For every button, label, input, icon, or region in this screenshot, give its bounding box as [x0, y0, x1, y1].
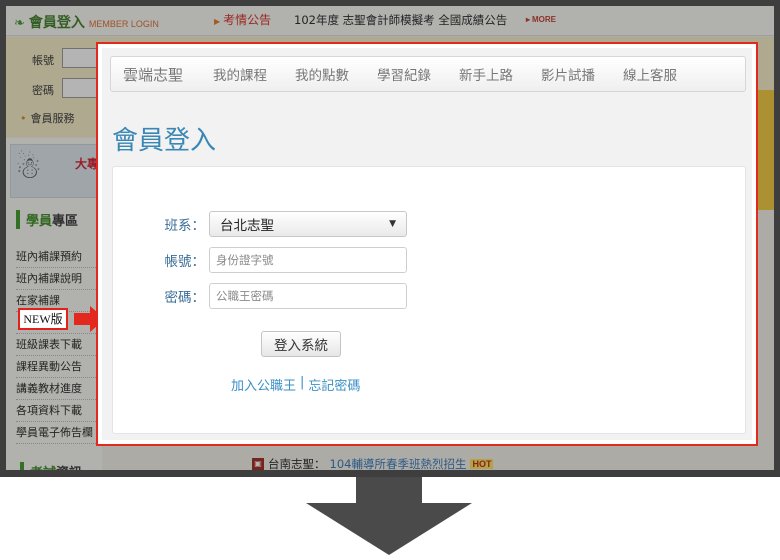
password-label: 密碼： — [164, 290, 206, 306]
class-row: 班系： 台北志聖 ▼ — [113, 211, 407, 237]
password-input[interactable] — [209, 283, 407, 309]
login-form-panel: 班系： 台北志聖 ▼ 帳號： 密碼： 登入系統 加入公職王 | 忘記密碼 — [112, 166, 746, 434]
join-link[interactable]: 加入公職王 — [231, 375, 296, 394]
nav-brand[interactable]: 雲端志聖 — [111, 64, 199, 85]
account-input[interactable] — [209, 247, 407, 273]
nav-item-video-preview[interactable]: 影片試播 — [527, 64, 609, 84]
nav-item-online-support[interactable]: 線上客服 — [609, 64, 691, 84]
nav-item-my-courses[interactable]: 我的課程 — [199, 64, 281, 84]
login-modal: 雲端志聖 我的課程 我的點數 學習紀錄 新手上路 影片試播 線上客服 會員登入 … — [96, 42, 758, 446]
page-title: 會員登入 — [112, 126, 217, 156]
account-label: 帳號： — [164, 254, 206, 270]
caret-down-icon: ▼ — [389, 219, 396, 229]
nav-item-getting-started[interactable]: 新手上路 — [445, 64, 527, 84]
class-label: 班系： — [164, 218, 206, 234]
forgot-password-link[interactable]: 忘記密碼 — [308, 375, 360, 394]
account-row: 帳號： — [113, 247, 407, 273]
login-submit-button[interactable]: 登入系統 — [261, 331, 341, 357]
nav-item-my-points[interactable]: 我的點數 — [281, 64, 363, 84]
class-select[interactable]: 台北志聖 ▼ — [209, 211, 407, 237]
modal-body: 雲端志聖 我的課程 我的點數 學習紀錄 新手上路 影片試播 線上客服 會員登入 … — [102, 48, 752, 440]
link-separator: | — [300, 375, 305, 390]
nav-item-learning-record[interactable]: 學習紀錄 — [363, 64, 445, 84]
down-arrow-icon — [306, 477, 472, 555]
new-version-badge: NEW版 — [18, 308, 68, 330]
password-row: 密碼： — [113, 283, 407, 309]
class-select-value: 台北志聖 — [220, 218, 274, 234]
auth-links: 加入公職王 | 忘記密碼 — [231, 375, 360, 394]
top-navbar: 雲端志聖 我的課程 我的點數 學習紀錄 新手上路 影片試播 線上客服 — [110, 56, 746, 92]
